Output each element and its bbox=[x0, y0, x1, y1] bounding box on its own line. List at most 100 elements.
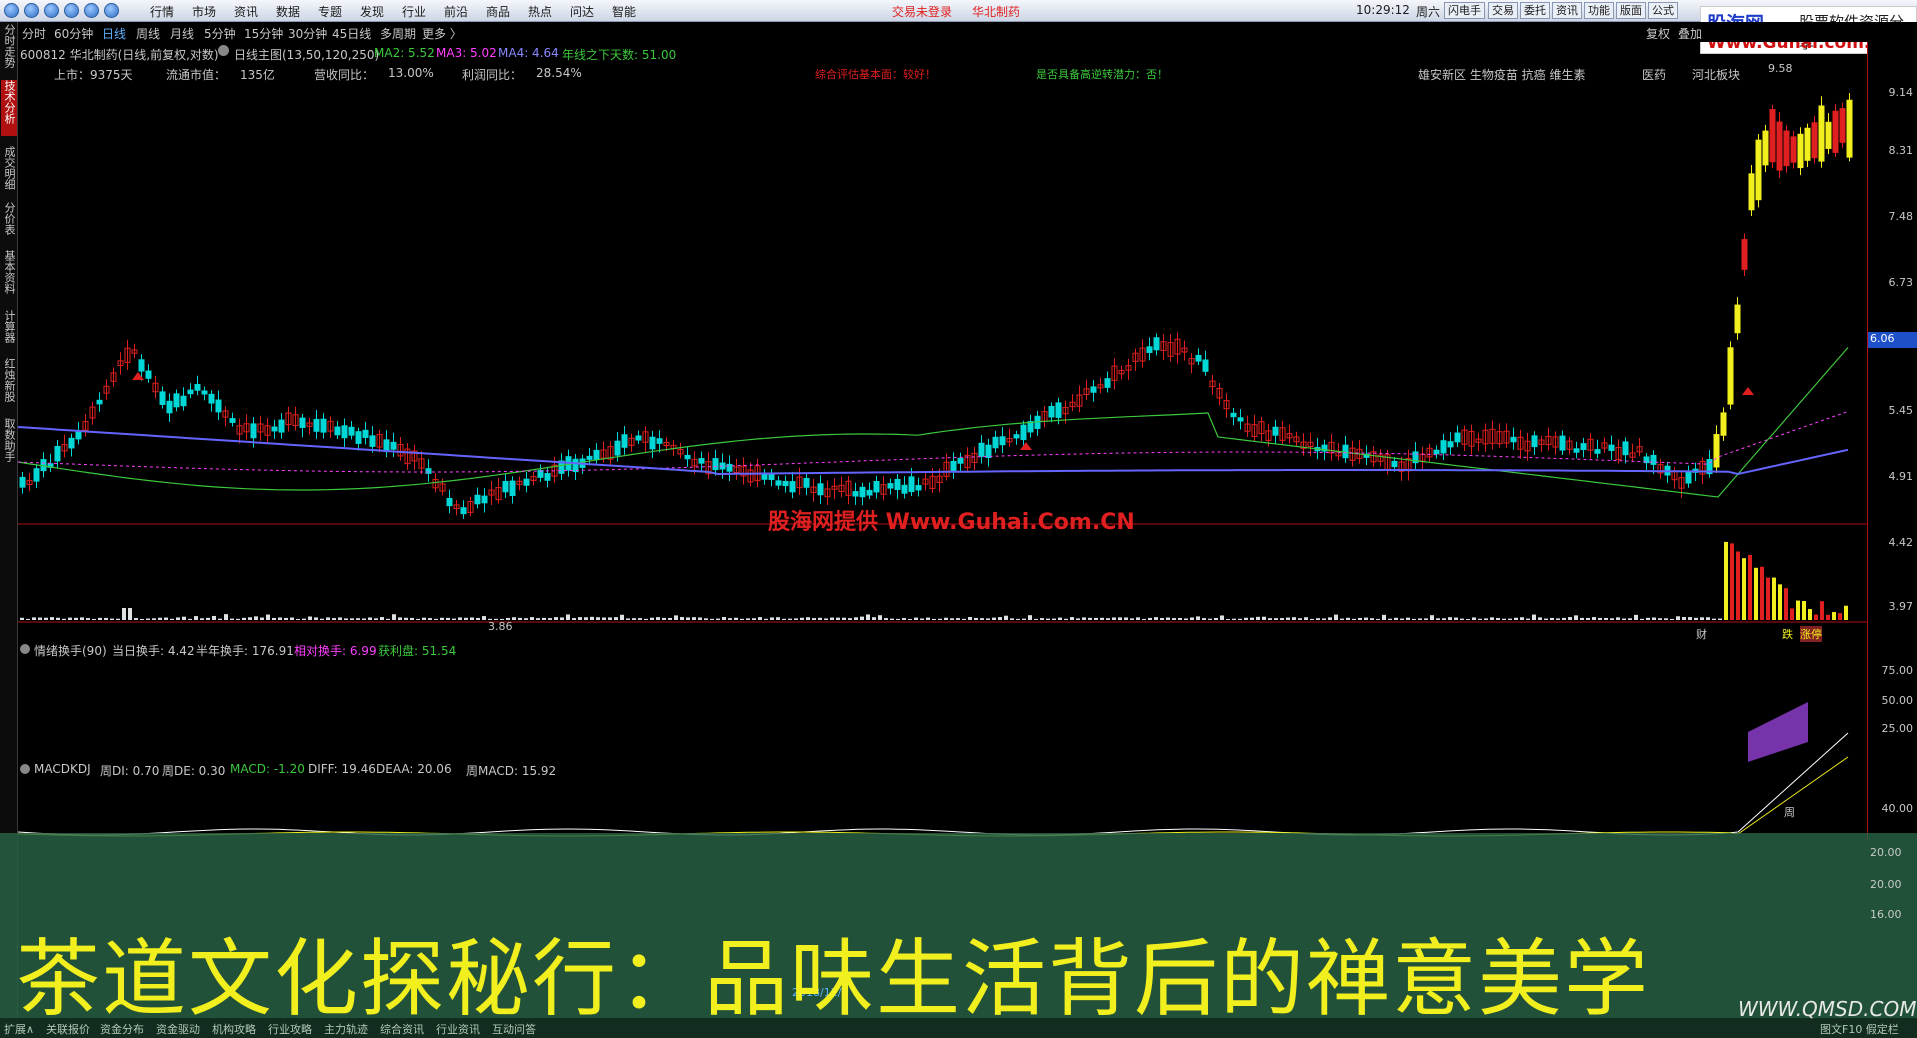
tab-price-table[interactable]: 分价表 bbox=[1, 202, 17, 242]
refresh-icon[interactable] bbox=[64, 3, 79, 18]
candle-body bbox=[1608, 444, 1615, 451]
menu-item-ask[interactable]: 问达 bbox=[570, 3, 594, 20]
window-menu-icon[interactable] bbox=[4, 3, 19, 18]
turnover-bar bbox=[386, 618, 390, 620]
overlay-button[interactable]: 叠加 bbox=[1678, 25, 1702, 42]
menu-item-commodity[interactable]: 商品 bbox=[486, 3, 510, 20]
news-button[interactable]: 资讯 bbox=[1552, 2, 1582, 19]
status-item-inst[interactable]: 机构攻略 bbox=[212, 1021, 256, 1037]
candle-body bbox=[1559, 435, 1566, 451]
limit-up-tag[interactable]: 涨停 bbox=[1800, 626, 1822, 642]
candle-body bbox=[1811, 122, 1818, 159]
period-60min[interactable]: 60分钟 bbox=[54, 25, 93, 42]
turnover-name[interactable]: 情绪换手(90) bbox=[34, 642, 107, 659]
status-item-main-force[interactable]: 主力轨迹 bbox=[324, 1021, 368, 1037]
menu-item-quotes[interactable]: 行情 bbox=[150, 3, 174, 20]
menu-item-news[interactable]: 资讯 bbox=[234, 3, 258, 20]
turnover-bar bbox=[818, 617, 822, 620]
trade-button[interactable]: 交易 bbox=[1488, 2, 1518, 19]
candle-body bbox=[502, 480, 509, 493]
status-item-fund-drive[interactable]: 资金驱动 bbox=[156, 1021, 200, 1037]
status-item-qa[interactable]: 互动问答 bbox=[492, 1021, 536, 1037]
status-item-expand[interactable]: 扩展∧ bbox=[4, 1021, 34, 1037]
trade-login-status[interactable]: 交易未登录 bbox=[892, 3, 952, 20]
status-item-fund-dist[interactable]: 资金分布 bbox=[100, 1021, 144, 1037]
candle-body bbox=[383, 439, 390, 453]
status-item-industry-news[interactable]: 行业资讯 bbox=[436, 1021, 480, 1037]
turnover-bar bbox=[164, 617, 168, 620]
period-45day[interactable]: 45日线 bbox=[332, 25, 371, 42]
status-f10[interactable]: 图文F10 假定栏 bbox=[1820, 1021, 1899, 1037]
tab-intraday[interactable]: 分时走势 bbox=[1, 24, 17, 72]
menu-item-hot[interactable]: 热点 bbox=[528, 3, 552, 20]
candle-body bbox=[446, 497, 453, 507]
turnover-bar bbox=[1754, 567, 1758, 620]
turnover-bar bbox=[1766, 577, 1770, 620]
adjust-button[interactable]: 复权 bbox=[1646, 25, 1670, 42]
turnover-bar bbox=[1082, 617, 1086, 620]
macd-name[interactable]: MACDKDJ bbox=[34, 762, 91, 776]
period-more[interactable]: 更多 〉 bbox=[422, 25, 462, 42]
menu-item-smart[interactable]: 智能 bbox=[612, 3, 636, 20]
period-weekly[interactable]: 周线 bbox=[136, 25, 160, 42]
candle-body bbox=[1727, 347, 1734, 405]
turnover-bar bbox=[620, 614, 624, 620]
menu-item-discover[interactable]: 发现 bbox=[360, 3, 384, 20]
turnover-bar bbox=[830, 617, 834, 620]
turnover-settings-icon[interactable] bbox=[20, 644, 30, 654]
flash-trade-button[interactable]: 闪电手 bbox=[1444, 2, 1485, 19]
menu-item-industry[interactable]: 行业 bbox=[402, 3, 426, 20]
turnover-bar bbox=[1430, 615, 1434, 620]
tab-calculator[interactable]: 计算器 bbox=[1, 310, 17, 350]
layout-button[interactable]: 版面 bbox=[1616, 2, 1646, 19]
candle-body bbox=[320, 418, 327, 433]
order-button[interactable]: 委托 bbox=[1520, 2, 1550, 19]
menu-item-frontier[interactable]: 前沿 bbox=[444, 3, 468, 20]
function-button[interactable]: 功能 bbox=[1584, 2, 1614, 19]
turnover-bar bbox=[242, 617, 246, 620]
turnover-bar bbox=[590, 616, 594, 620]
turnover-bar bbox=[1292, 617, 1296, 620]
turnover-bar bbox=[1076, 618, 1080, 620]
menu-item-data[interactable]: 数据 bbox=[276, 3, 300, 20]
macd-settings-icon[interactable] bbox=[20, 764, 30, 774]
chevron-down-icon[interactable] bbox=[104, 3, 119, 18]
turnover-bar bbox=[1718, 618, 1722, 620]
turnover-bar bbox=[1004, 615, 1008, 620]
kline-chart[interactable] bbox=[18, 42, 1867, 840]
tab-technical[interactable]: 技术分析 bbox=[1, 80, 17, 136]
turnover-bar bbox=[1280, 618, 1284, 620]
back-icon[interactable] bbox=[24, 3, 39, 18]
candle-body bbox=[313, 418, 320, 432]
period-multi[interactable]: 多周期 bbox=[380, 25, 416, 42]
home-icon[interactable] bbox=[84, 3, 99, 18]
menu-item-topics[interactable]: 专题 bbox=[318, 3, 342, 20]
turnover-bar bbox=[1220, 615, 1224, 620]
macd-histogram-area bbox=[1748, 702, 1808, 762]
turnover-bar bbox=[926, 617, 930, 620]
finance-tag[interactable]: 财 bbox=[1696, 626, 1707, 642]
status-item-industry[interactable]: 行业攻略 bbox=[268, 1021, 312, 1037]
buy-signal-marker bbox=[1742, 387, 1754, 395]
candle-body bbox=[334, 426, 341, 436]
period-monthly[interactable]: 月线 bbox=[170, 25, 194, 42]
status-item-related[interactable]: 关联报价 bbox=[46, 1021, 90, 1037]
period-30min[interactable]: 30分钟 bbox=[288, 25, 327, 42]
turnover-profit: 获利盘: 51.54 bbox=[378, 644, 457, 658]
candle-body bbox=[978, 442, 985, 457]
period-daily[interactable]: 日线 bbox=[102, 25, 126, 42]
formula-button[interactable]: 公式 bbox=[1648, 2, 1678, 19]
tab-trades[interactable]: 成交明细 bbox=[1, 146, 17, 194]
menu-item-market[interactable]: 市场 bbox=[192, 3, 216, 20]
period-intraday[interactable]: 分时 bbox=[22, 25, 46, 42]
tab-new-stocks[interactable]: 红烛新股 bbox=[1, 358, 17, 410]
tab-data-helper[interactable]: 取数助手 bbox=[1, 418, 17, 470]
tab-fundamentals[interactable]: 基本资料 bbox=[1, 250, 17, 302]
turnover-bar bbox=[740, 618, 744, 620]
forward-icon[interactable] bbox=[44, 3, 59, 18]
status-item-news[interactable]: 综合资讯 bbox=[380, 1021, 424, 1037]
period-5min[interactable]: 5分钟 bbox=[204, 25, 236, 42]
turnover-bar bbox=[1682, 617, 1686, 620]
period-15min[interactable]: 15分钟 bbox=[244, 25, 283, 42]
drop-tag[interactable]: 跌 bbox=[1782, 626, 1793, 642]
